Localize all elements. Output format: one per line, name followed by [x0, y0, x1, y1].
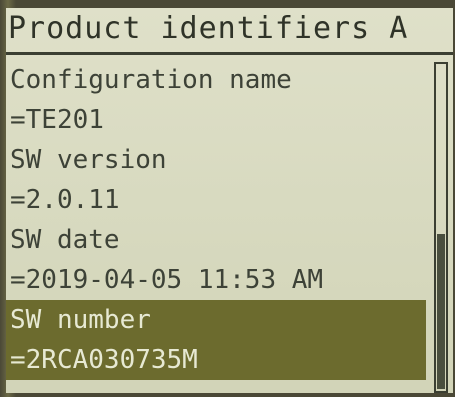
scrollbar[interactable] — [434, 62, 448, 393]
list-item-label[interactable]: SW date — [6, 220, 426, 260]
list-item-value: =2019-04-05 11:53 AM — [10, 265, 324, 295]
page-title: Product identifiers A — [8, 11, 409, 46]
lcd-screen: Product identifiers A Configuration name… — [6, 8, 453, 393]
list-item-label[interactable]: SW version — [6, 140, 426, 180]
list-item-label[interactable]: Configuration name — [6, 60, 426, 100]
identifier-list: Configuration name =TE201 SW version =2.… — [6, 60, 426, 380]
selected-item-label[interactable]: SW number — [6, 300, 426, 340]
list-item-value: =TE201 — [10, 105, 104, 135]
list-item-value: =2.0.11 — [10, 185, 120, 215]
scrollbar-thumb[interactable] — [437, 234, 445, 389]
title-divider — [6, 52, 453, 55]
selected-item-value: =2RCA030735M — [6, 340, 426, 380]
